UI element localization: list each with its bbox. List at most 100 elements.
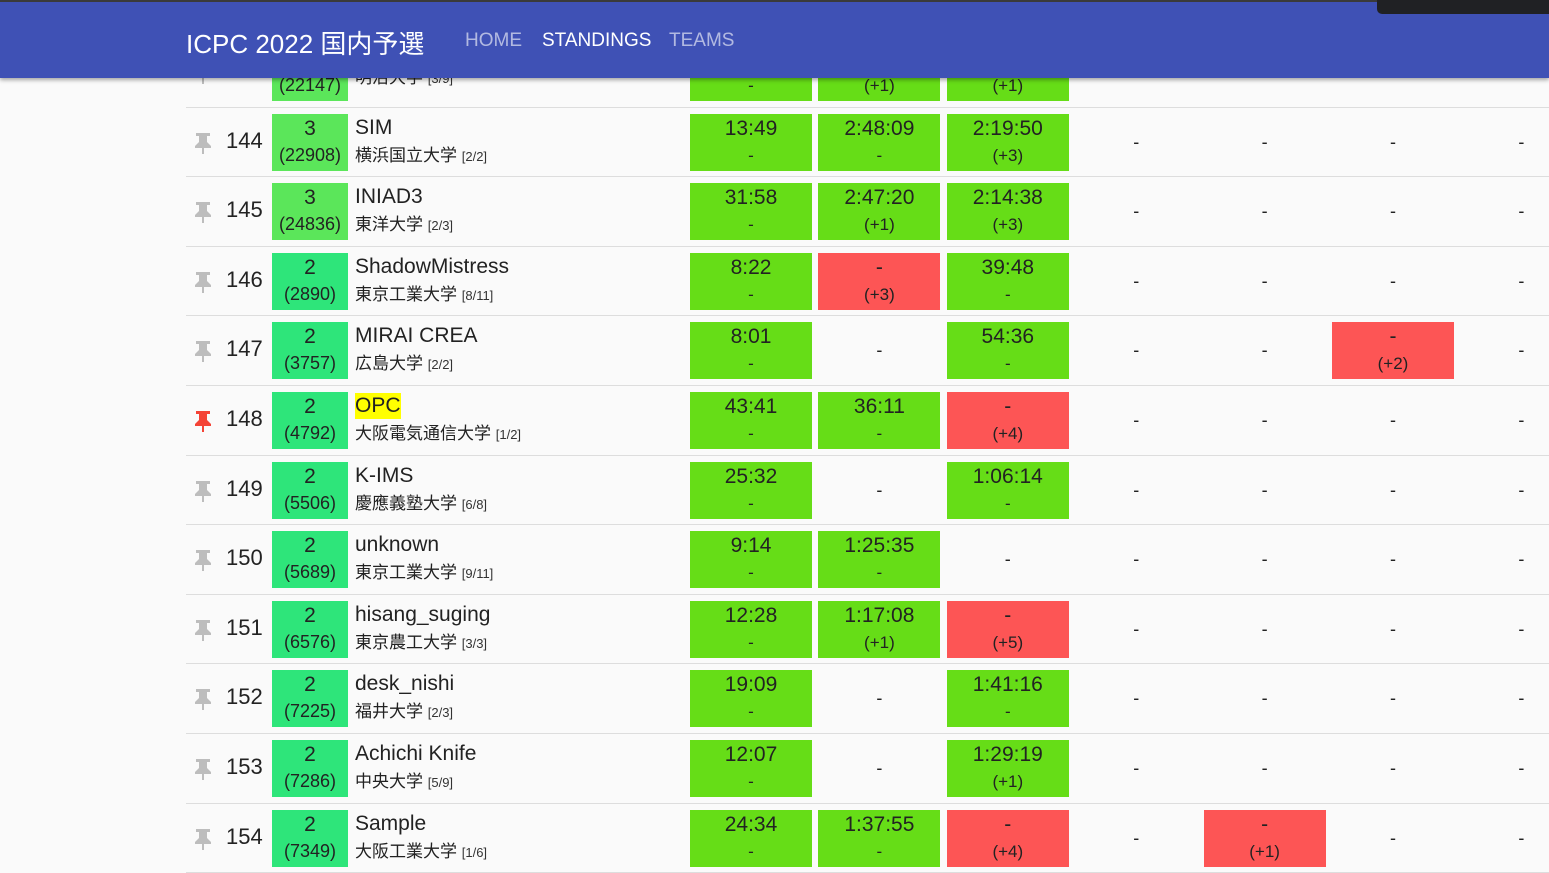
problem-cell[interactable]: -: [818, 740, 940, 797]
problem-cell[interactable]: 1:06:14 -: [946, 461, 1069, 519]
problem-cell[interactable]: -: [1460, 253, 1549, 310]
team-name[interactable]: OPC: [355, 393, 401, 419]
team-name[interactable]: unknown: [355, 532, 439, 558]
problem-cell[interactable]: 1:29:19 (+1): [946, 740, 1069, 797]
problem-cell[interactable]: 2:48:09 -: [818, 113, 941, 171]
problem-cell[interactable]: -: [818, 322, 940, 379]
team-name[interactable]: desk_nishi: [355, 671, 454, 697]
problem-cell[interactable]: -: [1075, 601, 1197, 658]
problem-cell[interactable]: 9:14 -: [690, 531, 812, 589]
problem-cell[interactable]: -: [1075, 183, 1197, 240]
problem-cell[interactable]: 1:17:08 (+1): [818, 600, 941, 658]
pin-icon[interactable]: [194, 271, 212, 293]
problem-cell[interactable]: -: [1075, 670, 1197, 727]
problem-cell[interactable]: -: [1075, 392, 1197, 449]
pin-icon[interactable]: [194, 688, 212, 711]
problem-cell[interactable]: -: [818, 462, 940, 519]
problem-cell[interactable]: -: [1075, 114, 1197, 171]
problem-cell[interactable]: -: [1460, 810, 1549, 867]
nav-standings[interactable]: STANDINGS: [542, 30, 651, 52]
problem-cell[interactable]: 2:47:20 (+1): [818, 183, 941, 241]
nav-teams[interactable]: TEAMS: [669, 30, 734, 52]
problem-cell[interactable]: - (+3): [818, 252, 941, 310]
problem-cell[interactable]: -: [1332, 462, 1454, 519]
team-name[interactable]: Sample: [355, 811, 426, 837]
problem-cell[interactable]: -: [1460, 740, 1549, 797]
pin-icon[interactable]: [194, 480, 212, 502]
problem-cell[interactable]: 43:41 -: [690, 392, 812, 449]
pin-icon[interactable]: [194, 201, 212, 224]
problem-cell[interactable]: -: [1460, 601, 1549, 658]
problem-cell[interactable]: -: [1075, 810, 1197, 867]
pin-icon[interactable]: [194, 132, 212, 154]
problem-cell[interactable]: -: [1204, 601, 1326, 658]
problem-cell[interactable]: 12:07 -: [690, 740, 812, 797]
problem-cell[interactable]: - (+4): [946, 392, 1069, 449]
pin-icon[interactable]: [194, 619, 212, 641]
problem-cell[interactable]: -: [1332, 670, 1454, 727]
problem-cell[interactable]: 8:01 -: [690, 322, 812, 380]
problem-cell[interactable]: 1:25:35 -: [818, 531, 941, 589]
problem-cell[interactable]: 19:09 -: [690, 670, 812, 728]
problem-cell[interactable]: -: [1204, 531, 1326, 588]
problem-cell[interactable]: -: [1332, 531, 1454, 588]
nav-home[interactable]: HOME: [465, 30, 522, 52]
problem-cell[interactable]: - (+5): [946, 600, 1069, 658]
problem-cell[interactable]: -: [1075, 253, 1197, 310]
problem-cell[interactable]: 12:28 -: [690, 600, 812, 658]
problem-cell[interactable]: -: [1332, 740, 1454, 797]
problem-cell[interactable]: -: [1460, 531, 1549, 588]
problem-cell[interactable]: 39:48 -: [946, 252, 1069, 310]
problem-cell[interactable]: -: [1332, 253, 1454, 310]
team-name[interactable]: Achichi Knife: [355, 741, 476, 767]
problem-cell[interactable]: 2:19:50 (+3): [946, 113, 1069, 171]
problem-cell[interactable]: -: [1204, 462, 1326, 519]
problem-cell[interactable]: -: [1332, 601, 1454, 658]
problem-cell[interactable]: -: [1204, 253, 1326, 310]
problem-cell[interactable]: 54:36 -: [946, 322, 1069, 380]
pin-icon[interactable]: [194, 549, 212, 572]
problem-cell[interactable]: -: [1332, 810, 1454, 867]
problem-cell[interactable]: -: [947, 531, 1069, 588]
problem-cell[interactable]: -: [1204, 392, 1326, 449]
problem-cell[interactable]: -: [1075, 531, 1197, 588]
app-title[interactable]: ICPC 2022 国内予選: [186, 24, 424, 61]
problem-cell[interactable]: 31:58 -: [690, 183, 812, 241]
problem-cell[interactable]: 2:14:38 (+3): [946, 183, 1069, 241]
problem-cell[interactable]: 25:32 -: [690, 461, 812, 519]
problem-cell[interactable]: -: [1332, 114, 1454, 171]
problem-cell[interactable]: 24:34 -: [690, 809, 812, 867]
problem-cell[interactable]: 8:22 -: [690, 252, 812, 310]
problem-cell[interactable]: 36:11 -: [818, 392, 941, 449]
problem-cell[interactable]: -: [1075, 740, 1197, 797]
problem-cell[interactable]: -: [1460, 183, 1549, 240]
problem-cell[interactable]: -: [1460, 670, 1549, 727]
pin-icon[interactable]: [194, 758, 212, 780]
problem-cell[interactable]: -: [818, 670, 940, 727]
problem-cell[interactable]: -: [1075, 462, 1197, 519]
problem-cell[interactable]: -: [1204, 670, 1326, 727]
problem-cell[interactable]: 13:49 -: [690, 113, 812, 171]
problem-cell[interactable]: -: [1204, 740, 1326, 797]
problem-cell[interactable]: -: [1204, 114, 1326, 171]
problem-cell[interactable]: - (+4): [946, 809, 1069, 867]
problem-cell[interactable]: -: [1204, 322, 1326, 379]
team-name[interactable]: SIM: [355, 115, 392, 141]
problem-cell[interactable]: -: [1460, 462, 1549, 519]
problem-cell[interactable]: -: [1332, 183, 1454, 240]
team-name[interactable]: hisang_suging: [355, 602, 490, 628]
team-name[interactable]: ShadowMistress: [355, 254, 509, 280]
problem-cell[interactable]: -: [1460, 392, 1549, 449]
problem-cell[interactable]: -: [1460, 114, 1549, 171]
problem-cell[interactable]: - (+1): [1203, 809, 1326, 867]
pin-icon[interactable]: [194, 340, 212, 363]
problem-cell[interactable]: - (+2): [1332, 322, 1454, 380]
team-name[interactable]: INIAD3: [355, 184, 423, 210]
team-name[interactable]: K-IMS: [355, 463, 413, 489]
pin-icon[interactable]: [194, 410, 212, 432]
problem-cell[interactable]: -: [1204, 183, 1326, 240]
problem-cell[interactable]: -: [1332, 392, 1454, 449]
pin-icon[interactable]: [194, 828, 212, 850]
problem-cell[interactable]: 1:37:55 -: [818, 809, 941, 867]
problem-cell[interactable]: -: [1075, 322, 1197, 379]
